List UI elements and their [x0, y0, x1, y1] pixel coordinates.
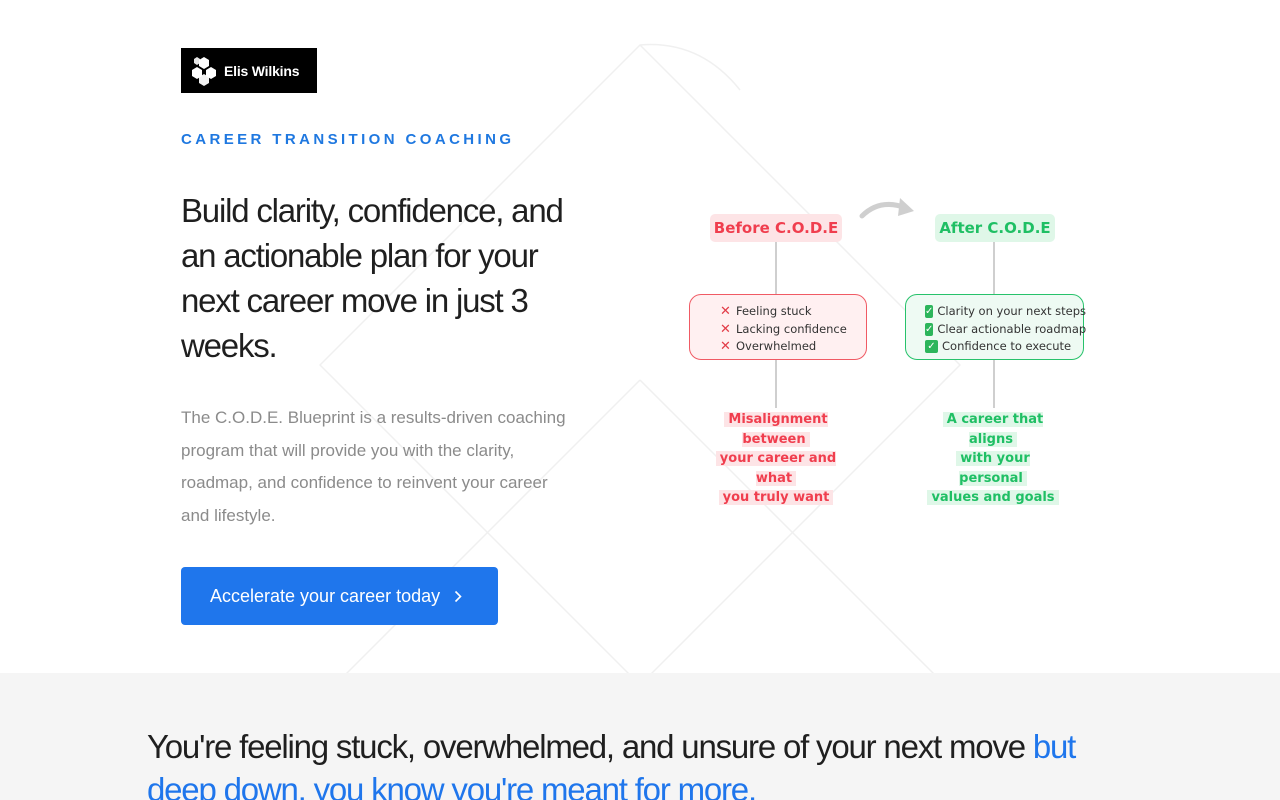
after-label: After C.O.D.E: [935, 214, 1055, 242]
curved-arrow-icon: [859, 198, 914, 219]
connector-line: [775, 242, 777, 294]
hexagon-cluster-icon: [192, 56, 216, 86]
cross-icon: ✕: [720, 304, 731, 319]
checkbox-icon: ✓: [925, 305, 934, 319]
cross-icon: ✕: [720, 339, 731, 354]
checkbox-icon: ✓: [925, 340, 938, 354]
problem-text: You're feeling stuck, overwhelmed, and u…: [147, 728, 1033, 765]
checkbox-icon: ✓: [925, 322, 934, 336]
list-item: ✕ Feeling stuck: [720, 304, 812, 319]
after-benefits-box: ✓ Clarity on your next steps ✓ Clear actio…: [905, 294, 1087, 360]
list-item: ✕ Lacking confidence: [720, 321, 847, 337]
before-outcome: Misalignment between your career and wha…: [695, 410, 857, 508]
eyebrow-label: CAREER TRANSITION COACHING: [181, 131, 515, 148]
list-item: ✓ Clear actionable roadmap: [925, 321, 1087, 336]
before-problems-box: ✕ Feeling stuck ✕ Lacking confidence ✕ Over…: [689, 294, 867, 360]
cross-icon: ✕: [720, 321, 731, 337]
chevron-right-icon: [455, 590, 462, 602]
brand-logo[interactable]: Elis Wilkins: [181, 48, 317, 93]
before-after-diagram: Before C.O.D.E After C.O.D.E ✕ Feeling st…: [680, 190, 1100, 505]
list-item: ✓ Confidence to execute: [925, 338, 1073, 356]
connector-line: [993, 242, 995, 294]
hero-headline: Build clarity, confidence, and an action…: [181, 192, 564, 364]
list-item: ✓ Clarity on your next steps: [925, 304, 1087, 319]
cta-button[interactable]: Accelerate your career today: [181, 567, 498, 625]
list-item: ✕ Overwhelmed: [720, 339, 817, 354]
connector-line: [775, 360, 777, 408]
after-outcome: A career that aligns with your personal …: [922, 410, 1064, 508]
problem-section: You're feeling stuck, overwhelmed, and u…: [0, 673, 1280, 800]
before-label: Before C.O.D.E: [710, 214, 842, 242]
connector-line: [993, 360, 995, 408]
problem-statement: You're feeling stuck, overwhelmed, and u…: [147, 725, 1147, 800]
hero-description: The C.O.D.E. Blueprint is a results-driv…: [181, 408, 566, 525]
brand-name: Elis Wilkins: [224, 62, 300, 79]
cta-label: Accelerate your career today: [210, 585, 441, 606]
